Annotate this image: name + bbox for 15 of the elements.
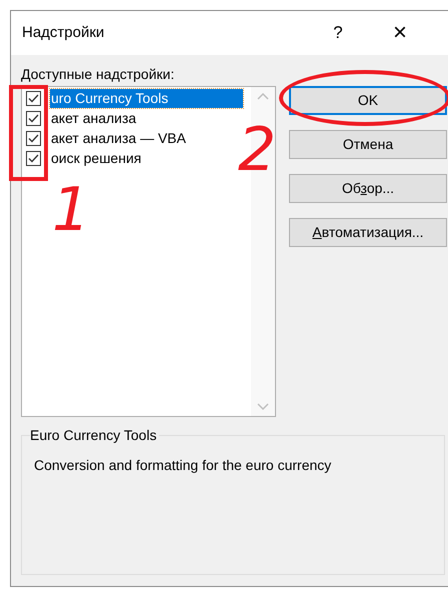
help-button[interactable]: ? [316,11,360,55]
dialog-button[interactable]: Автоматизация... [289,218,447,247]
window-title: Надстройки [22,22,104,43]
dialog-button[interactable]: OK [289,86,447,115]
close-button[interactable]: × [380,11,420,55]
list-label: Доступные надстройки: [21,65,176,83]
checkbox[interactable] [26,110,41,126]
addin-item[interactable]: uro Currency Tools [50,88,243,108]
dialog-button[interactable]: Обзор... [289,174,447,203]
annotation-number: 1 [52,178,90,242]
checkbox[interactable] [26,130,41,146]
dialog-button[interactable]: Отмена [289,130,447,159]
checkbox[interactable] [26,90,41,106]
checkbox[interactable] [26,150,41,166]
description-text: Conversion and formatting for the euro currency [34,456,332,475]
